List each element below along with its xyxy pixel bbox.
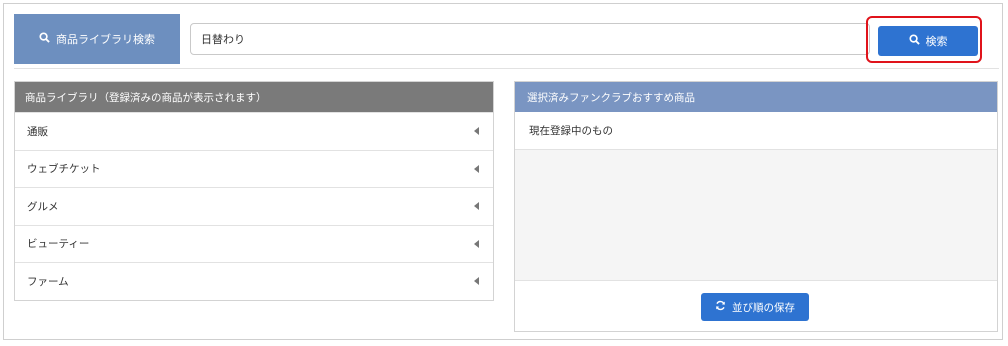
library-panel-title: 商品ライブラリ（登録済みの商品が表示されます） bbox=[15, 82, 493, 112]
search-label: 商品ライブラリ検索 bbox=[14, 14, 180, 64]
search-button-label: 検索 bbox=[925, 35, 948, 48]
main-frame: 商品ライブラリ検索 検索 商品ライブラリ（登録済みの商品が表示されます） 通販 … bbox=[3, 3, 1003, 340]
recommend-footer: 並び順の保存 bbox=[515, 281, 997, 331]
caret-left-icon bbox=[474, 164, 479, 173]
search-button[interactable]: 検索 bbox=[878, 26, 978, 56]
caret-left-icon bbox=[474, 127, 479, 136]
save-order-button[interactable]: 並び順の保存 bbox=[701, 293, 809, 321]
search-label-text: 商品ライブラリ検索 bbox=[56, 33, 155, 46]
library-panel: 商品ライブラリ（登録済みの商品が表示されます） 通販 ウェブチケット グルメ ビ… bbox=[14, 81, 494, 301]
library-item-farm[interactable]: ファーム bbox=[15, 262, 493, 300]
library-item-label: ウェブチケット bbox=[27, 163, 101, 176]
recommend-panel: 選択済みファンクラブおすすめ商品 現在登録中のもの 並び順の保存 bbox=[514, 81, 998, 332]
divider bbox=[14, 68, 999, 69]
refresh-icon bbox=[715, 300, 726, 314]
search-icon bbox=[908, 34, 920, 48]
library-item-gourmet[interactable]: グルメ bbox=[15, 187, 493, 225]
library-item-label: 通販 bbox=[27, 125, 48, 138]
recommend-list-dropzone[interactable] bbox=[515, 150, 997, 281]
library-item-label: ファーム bbox=[27, 275, 69, 288]
library-item-web-ticket[interactable]: ウェブチケット bbox=[15, 149, 493, 188]
search-button-highlight: 検索 bbox=[866, 16, 982, 63]
library-item-beauty[interactable]: ビューティー bbox=[15, 224, 493, 263]
recommend-panel-title: 選択済みファンクラブおすすめ商品 bbox=[515, 82, 997, 112]
caret-left-icon bbox=[474, 277, 479, 286]
search-input[interactable] bbox=[190, 23, 870, 55]
library-item-label: ビューティー bbox=[27, 238, 90, 251]
current-registered-label: 現在登録中のもの bbox=[515, 112, 997, 150]
caret-left-icon bbox=[474, 202, 479, 211]
caret-left-icon bbox=[474, 239, 479, 248]
save-order-label: 並び順の保存 bbox=[732, 301, 795, 314]
library-item-label: グルメ bbox=[27, 200, 59, 213]
search-icon bbox=[39, 32, 50, 46]
library-item-tsuhan[interactable]: 通販 bbox=[15, 112, 493, 150]
